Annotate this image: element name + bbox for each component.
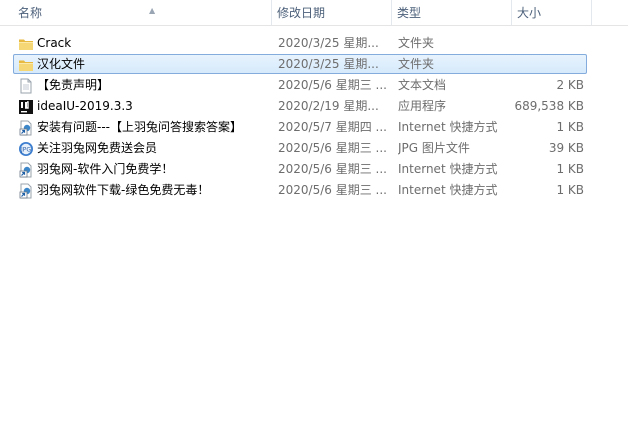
file-size: 689,538 KB (514, 99, 584, 113)
column-header-size-label: 大小 (517, 6, 542, 20)
column-header-bar: 名称 ▲ 修改日期 类型 大小 (0, 0, 628, 26)
file-size (512, 55, 584, 73)
file-name: Crack (37, 36, 72, 50)
column-header-date-label: 修改日期 (277, 6, 326, 20)
file-date: 2020/5/6 星期三 ... (278, 78, 387, 92)
column-header-name-label: 名称 (18, 6, 43, 20)
folder-icon (18, 57, 34, 73)
file-date: 2020/3/25 星期... (278, 57, 379, 71)
file-name: 汉化文件 (37, 57, 86, 71)
jpg-file-icon: JPG (18, 141, 34, 157)
column-header-filler (591, 0, 628, 25)
internet-shortcut-icon (18, 162, 34, 178)
file-date: 2020/5/6 星期三 ... (278, 162, 387, 176)
file-date: 2020/5/6 星期三 ... (278, 183, 387, 197)
column-header-type-label: 类型 (397, 6, 422, 20)
file-size: 2 KB (556, 78, 584, 92)
file-row[interactable]: ideaIU-2019.3.3 2020/2/19 星期... 应用程序 689,53… (13, 96, 587, 116)
file-size (512, 34, 584, 52)
file-type: Internet 快捷方式 (398, 162, 498, 176)
file-row[interactable]: Crack 2020/3/25 星期... 文件夹 (13, 33, 587, 53)
file-row[interactable]: JPG 关注羽兔网免费送会员 2020/5/6 星期三 ... JPG 图片文件 39 … (13, 138, 587, 158)
file-date: 2020/5/6 星期三 ... (278, 141, 387, 155)
file-name: 羽兔网软件下载-绿色免费无毒！ (37, 183, 210, 197)
file-type: 文件夹 (398, 57, 435, 71)
file-type: 文本文档 (398, 78, 447, 92)
file-row[interactable]: 羽兔网软件下载-绿色免费无毒！ 2020/5/6 星期三 ... Internet … (13, 180, 587, 200)
file-row[interactable]: 汉化文件 2020/3/25 星期... 文件夹 (13, 54, 587, 74)
file-row[interactable]: 羽兔网-软件入门免费学！ 2020/5/6 星期三 ... Internet 快捷方… (13, 159, 587, 179)
column-header-type[interactable]: 类型 (391, 0, 511, 25)
file-size: 39 KB (548, 141, 584, 155)
file-type: JPG 图片文件 (398, 141, 470, 155)
file-row[interactable]: 【免责声明】 2020/5/6 星期三 ... 文本文档 2 KB (13, 75, 587, 95)
file-row[interactable]: 安装有问题---【上羽兔问答搜索答案】 2020/5/7 星期四 ... Inter… (13, 117, 587, 137)
file-type: 应用程序 (398, 99, 447, 113)
text-file-icon (18, 78, 34, 94)
file-size: 1 KB (556, 183, 584, 197)
file-type: 文件夹 (398, 36, 435, 50)
file-size: 1 KB (556, 162, 584, 176)
folder-icon (18, 36, 34, 52)
internet-shortcut-icon (18, 183, 34, 199)
intellij-app-icon (18, 99, 34, 115)
file-size: 1 KB (556, 120, 584, 134)
file-type: Internet 快捷方式 (398, 120, 498, 134)
file-date: 2020/3/25 星期... (278, 36, 379, 50)
file-date: 2020/2/19 星期... (278, 99, 379, 113)
file-name: 羽兔网-软件入门免费学！ (37, 162, 174, 176)
column-header-size[interactable]: 大小 (511, 0, 591, 25)
file-name: 【免责声明】 (37, 78, 110, 92)
file-date: 2020/5/7 星期四 ... (278, 120, 387, 134)
column-header-name[interactable]: 名称 ▲ (13, 0, 271, 25)
file-name: 关注羽兔网免费送会员 (37, 141, 158, 155)
file-name: ideaIU-2019.3.3 (37, 99, 133, 113)
sort-ascending-icon: ▲ (149, 6, 156, 15)
svg-text:JPG: JPG (20, 147, 31, 154)
internet-shortcut-icon (18, 120, 34, 136)
file-name: 安装有问题---【上羽兔问答搜索答案】 (37, 120, 242, 134)
column-header-date[interactable]: 修改日期 (271, 0, 391, 25)
file-type: Internet 快捷方式 (398, 183, 498, 197)
